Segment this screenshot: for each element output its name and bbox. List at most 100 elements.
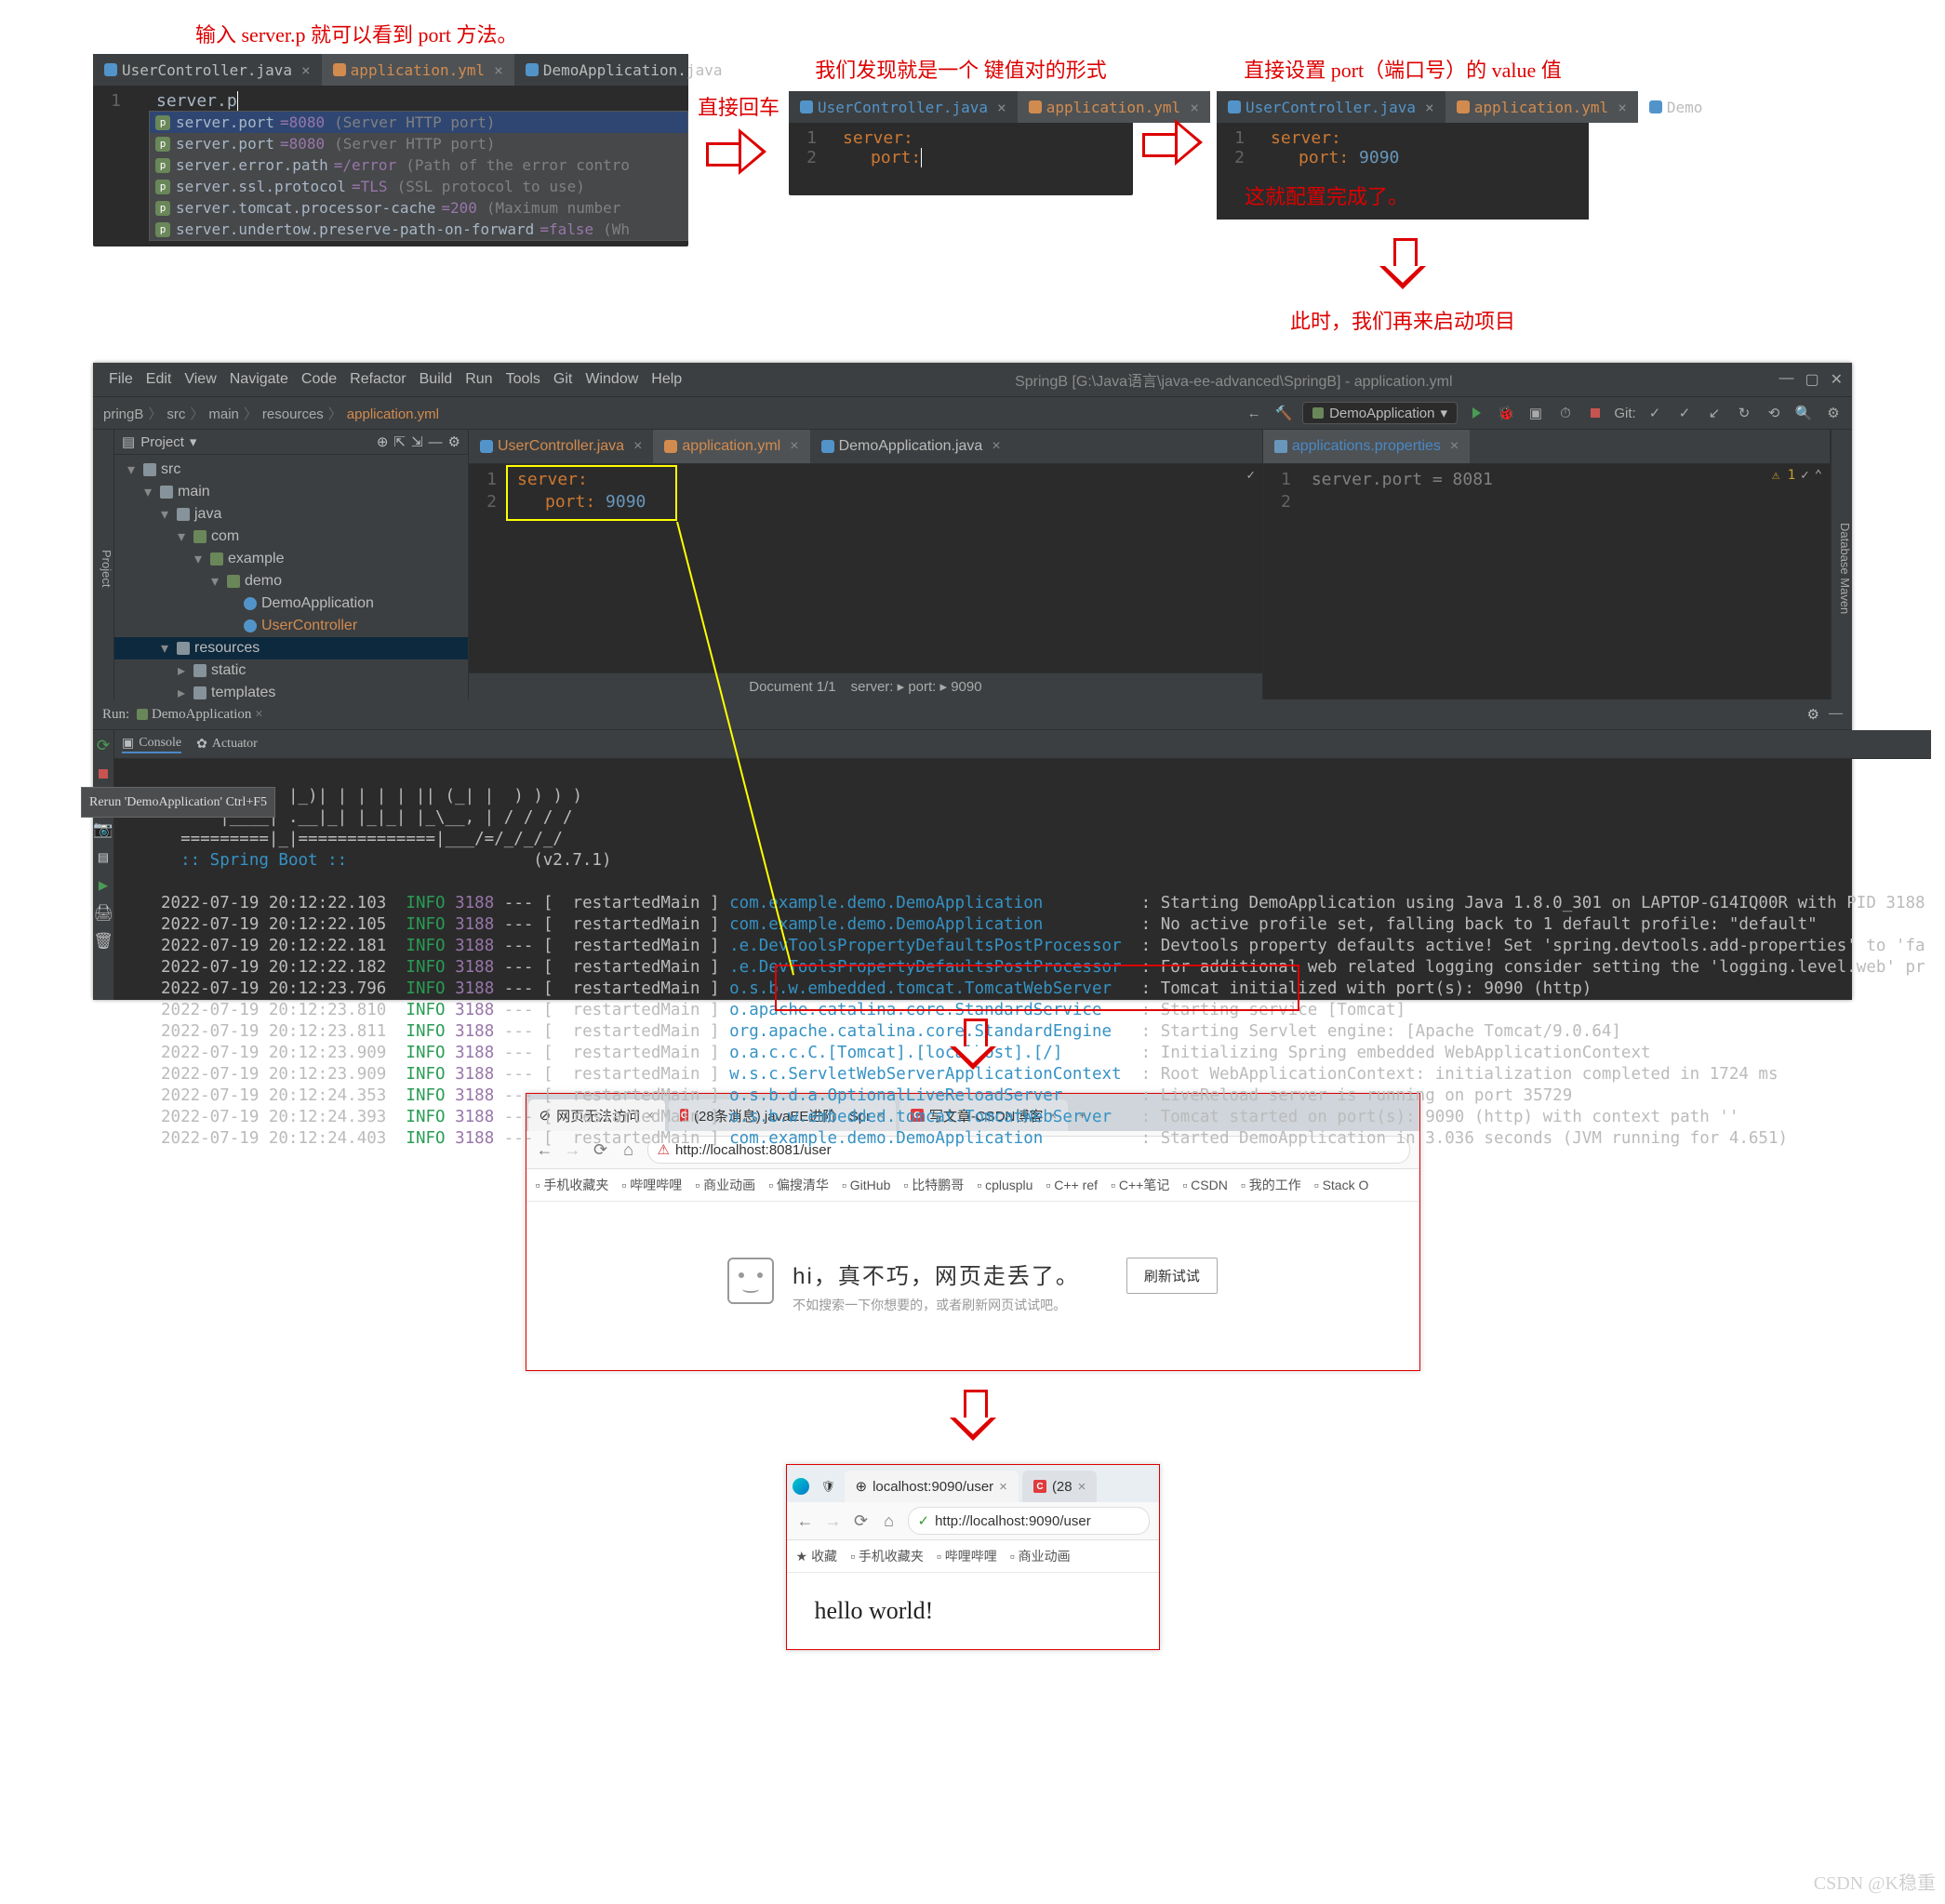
sidebar-rail-right[interactable]: Database Maven [1831, 430, 1852, 699]
menu-help[interactable]: Help [645, 371, 688, 387]
back-icon[interactable]: ← [796, 1511, 815, 1530]
tab-application-yml[interactable]: application.yml× [322, 54, 514, 86]
annotation-4: 直接设置 port（端口号）的 value 值 [1244, 54, 1562, 84]
minimize-icon[interactable]: — [1778, 370, 1793, 389]
console-log[interactable]: \\/ ___)| |_)| | | | | || (_| | ) ) ) ) … [114, 759, 1931, 1241]
stop-icon[interactable] [1584, 402, 1606, 424]
tab[interactable]: Demo [1638, 91, 1714, 123]
sidebar-rail-left[interactable]: Project [93, 430, 114, 699]
settings-icon[interactable]: ⚙ [1822, 402, 1845, 424]
breadcrumb[interactable]: resources [260, 406, 326, 422]
back-icon[interactable]: ← [1243, 402, 1265, 424]
tree-node[interactable]: ▾src [114, 459, 468, 481]
git-update-icon[interactable]: ↻ [1733, 402, 1755, 424]
browser-tab[interactable]: ⊕localhost:9090/user× [845, 1471, 1019, 1502]
coverage-icon[interactable]: ▣ [1525, 402, 1547, 424]
tab-usercontroller[interactable]: UserController.java× [469, 430, 653, 463]
menu-window[interactable]: Window [579, 371, 645, 387]
tab-application-yml[interactable]: application.yml× [653, 430, 809, 463]
profile-icon[interactable]: ⏱ [1554, 402, 1577, 424]
autocomplete-item[interactable]: pserver.port=8080(Server HTTP port) [150, 112, 687, 133]
home-icon[interactable]: ⌂ [880, 1511, 899, 1530]
reload-icon[interactable]: ⟳ [852, 1511, 871, 1530]
tool-icon[interactable]: 🔨 [1272, 402, 1295, 424]
bookmark[interactable]: ▫ 哔哩哔哩 [937, 1547, 997, 1565]
breadcrumb[interactable]: application.yml [344, 406, 442, 422]
rerun-icon[interactable]: ⟳ [93, 736, 113, 756]
expand-icon[interactable]: ⇱ [393, 433, 406, 450]
breadcrumb[interactable]: pringB [100, 406, 146, 422]
tree-node[interactable]: ▾demo [114, 570, 468, 593]
tab[interactable]: application.yml× [1018, 91, 1210, 123]
run-config-select[interactable]: DemoApplication ▾ [1302, 402, 1458, 424]
breadcrumb[interactable]: src [164, 406, 188, 422]
trash-icon[interactable]: 🗑 [93, 931, 113, 952]
actuator-tab[interactable]: ✿ Actuator [196, 737, 258, 752]
tree-node[interactable]: DemoApplication [114, 593, 468, 615]
face-icon [727, 1258, 774, 1304]
collapse-icon[interactable]: ⇲ [411, 433, 423, 450]
select-opened-icon[interactable]: ⊕ [377, 433, 389, 450]
print-icon[interactable]: 🖨 [93, 903, 113, 924]
autocomplete-item[interactable]: pserver.tomcat.processor-cache=200(Maxim… [150, 197, 687, 219]
resume-icon[interactable]: ▶ [93, 875, 113, 896]
browser-tab[interactable]: C(28× [1022, 1471, 1097, 1502]
close-icon[interactable]: ✕ [1831, 370, 1843, 389]
tab-properties[interactable]: applications.properties× [1263, 430, 1470, 463]
git-pull-icon[interactable]: ↙ [1703, 402, 1725, 424]
menu-build[interactable]: Build [413, 371, 460, 387]
camera-icon[interactable]: 📷 [93, 819, 113, 840]
tree-node[interactable]: ▾java [114, 503, 468, 526]
options-icon[interactable]: ⚙ [448, 433, 460, 450]
tab-usercontroller[interactable]: UserController.java× [93, 54, 322, 86]
console-tab[interactable]: ▣ Console [122, 736, 181, 753]
git-push-icon[interactable]: ✓ [1673, 402, 1696, 424]
history-icon[interactable]: ⟲ [1763, 402, 1785, 424]
menu-code[interactable]: Code [295, 371, 343, 387]
tab-demoapp[interactable]: DemoApplication.java× [810, 430, 1012, 463]
tree-node[interactable]: ▸static [114, 659, 468, 682]
tree-node[interactable]: ▾example [114, 548, 468, 570]
annotation-2: 直接回车 [698, 91, 779, 121]
shield-icon[interactable]: 🛡 [815, 1471, 843, 1502]
bookmark[interactable]: ▫ 商业动画 [1010, 1547, 1071, 1565]
hide-icon[interactable]: — [429, 434, 443, 450]
tree-node[interactable]: UserController [114, 615, 468, 637]
gear-icon[interactable]: ⚙ [1807, 706, 1819, 724]
menu-tools[interactable]: Tools [500, 371, 547, 387]
run-icon[interactable] [1465, 402, 1487, 424]
retry-button[interactable]: 刷新试试 [1126, 1258, 1218, 1294]
git-commit-icon[interactable]: ✓ [1644, 402, 1666, 424]
tree-node[interactable]: ▾resources [114, 637, 468, 659]
editor-right: applications.properties× 1server.port = … [1263, 430, 1831, 699]
address-bar[interactable]: ✓http://localhost:9090/user [908, 1507, 1150, 1535]
tree-node[interactable]: ▸templates [114, 682, 468, 699]
autocomplete-item[interactable]: pserver.port=8080(Server HTTP port) [150, 133, 687, 154]
hide-icon[interactable]: — [1829, 706, 1843, 724]
forward-icon[interactable]: → [824, 1511, 843, 1530]
bookmark[interactable]: ▫ 手机收藏夹 [850, 1547, 924, 1565]
breadcrumb[interactable]: main [206, 406, 242, 422]
autocomplete-item[interactable]: pserver.error.path=/error(Path of the er… [150, 154, 687, 176]
tab[interactable]: UserController.java× [789, 91, 1018, 123]
menu-git[interactable]: Git [547, 371, 579, 387]
tree-node[interactable]: ▾main [114, 481, 468, 503]
menu-edit[interactable]: Edit [140, 371, 179, 387]
maximize-icon[interactable]: ▢ [1805, 370, 1818, 389]
menu-file[interactable]: File [102, 371, 140, 387]
menu-view[interactable]: View [178, 371, 222, 387]
tree-node[interactable]: ▾com [114, 526, 468, 548]
tab-demoapp[interactable]: DemoApplication.java [514, 54, 734, 86]
menu-refactor[interactable]: Refactor [343, 371, 412, 387]
debug-icon[interactable]: 🐞 [1495, 402, 1517, 424]
menu-run[interactable]: Run [459, 371, 499, 387]
stop-icon[interactable] [93, 764, 113, 784]
menu-navigate[interactable]: Navigate [223, 371, 295, 387]
autocomplete-item[interactable]: pserver.ssl.protocol=TLS(SSL protocol to… [150, 176, 687, 197]
filter-icon[interactable]: ▤ [93, 847, 113, 868]
tab[interactable]: application.yml× [1445, 91, 1638, 123]
forward-icon[interactable]: → [564, 1140, 582, 1159]
autocomplete-item[interactable]: pserver.undertow.preserve-path-on-forwar… [150, 219, 687, 240]
search-icon[interactable]: 🔍 [1792, 402, 1815, 424]
tab[interactable]: UserController.java× [1217, 91, 1445, 123]
